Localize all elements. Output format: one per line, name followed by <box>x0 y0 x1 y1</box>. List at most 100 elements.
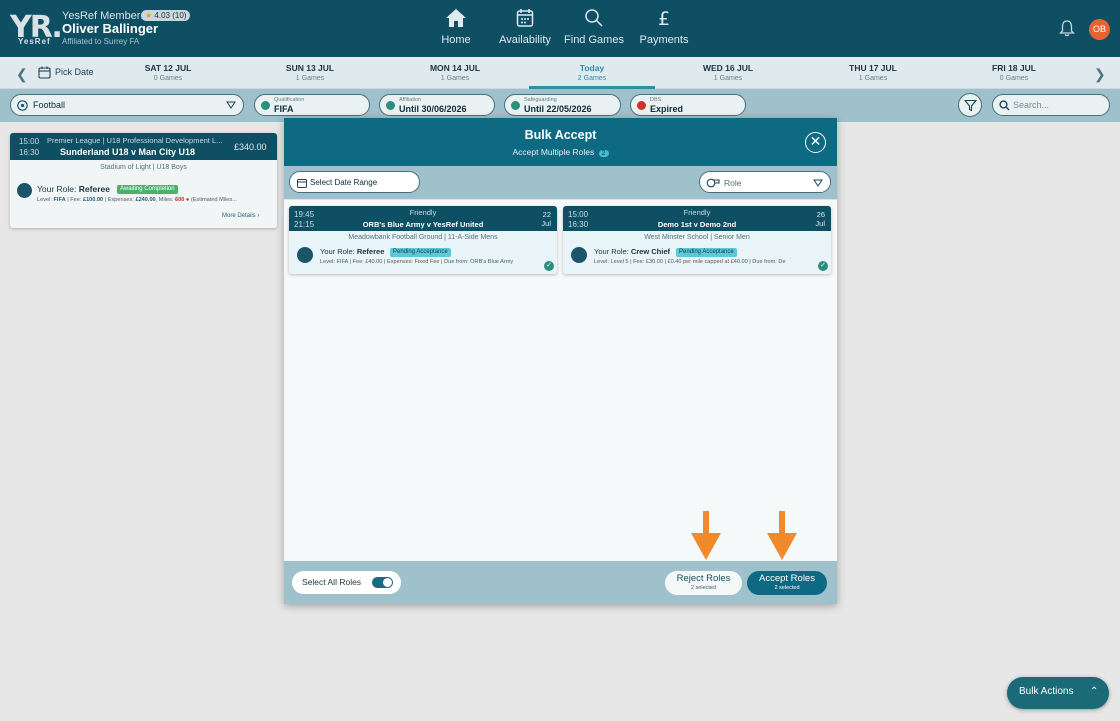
nav-availability-label: Availability <box>499 34 551 46</box>
dbs-label: DBS <box>650 97 662 103</box>
more-details-link[interactable]: More Details › <box>222 213 259 219</box>
qualification-status[interactable]: Qualification FIFA <box>254 94 370 116</box>
teams: Sunderland U18 v Man City U18 <box>60 147 196 157</box>
role-meta: Level: Level 5 | Fee: £30.00 | £0.40 per… <box>594 259 786 265</box>
close-icon[interactable]: ✕ <box>805 132 826 153</box>
nav-payments[interactable]: £ Payments <box>624 8 704 46</box>
check-icon <box>511 101 520 110</box>
safeguarding-label: Safeguarding <box>524 97 557 103</box>
role-select[interactable]: Role <box>699 171 831 193</box>
pound-icon: £ <box>658 8 670 28</box>
meta-label: , Miles: <box>155 197 174 203</box>
date-range-select[interactable]: Select Date Range <box>289 171 420 193</box>
day-games: 1 Games <box>440 75 470 82</box>
date-range-label: Select Date Range <box>310 178 378 187</box>
day-tab[interactable]: THU 17 JUL 1 Games <box>813 63 933 82</box>
affiliation-status[interactable]: Affiliation Until 30/06/2026 <box>379 94 495 116</box>
pick-date-button[interactable]: Pick Date <box>55 67 94 77</box>
role-value: Referee <box>78 184 110 194</box>
filter-button[interactable] <box>958 93 982 117</box>
nav-payments-label: Payments <box>639 34 689 46</box>
dbs-value: Expired <box>650 104 684 114</box>
day-tab[interactable]: SAT 12 JUL 0 Games <box>108 63 228 82</box>
next-arrow-icon[interactable]: ❯ <box>1094 66 1106 83</box>
bulk-actions-label: Bulk Actions <box>1019 686 1074 697</box>
sport-value: Football <box>33 100 66 110</box>
modal-filters: Select Date Range Role <box>284 166 837 200</box>
status-badge: Pending Acceptance <box>390 248 451 257</box>
user-name: Oliver Ballinger <box>62 21 159 36</box>
day-label: SAT 12 JUL <box>144 63 192 73</box>
check-icon <box>261 101 270 110</box>
day-tab-today[interactable]: Today 2 Games <box>532 63 652 82</box>
day-label: Today <box>579 63 605 73</box>
accept-roles-button[interactable]: Accept Roles 2 selected <box>747 571 827 595</box>
venue: Meadowbank Football Ground | 11-A-Side M… <box>348 234 498 241</box>
select-all-toggle[interactable]: Select All Roles <box>292 571 401 594</box>
day-tab[interactable]: MON 14 JUL 1 Games <box>395 63 515 82</box>
role-label: Your Role: <box>37 184 77 194</box>
role-meta: Level: FIFA | Fee: £100.00 | Expenses: £… <box>37 197 273 203</box>
logo-subtext: YesRef <box>18 37 51 46</box>
nav-home-label: Home <box>441 34 471 46</box>
day-games: 0 Games <box>999 75 1029 82</box>
meta-label: (Estimated Miles... <box>190 197 237 203</box>
modal-subtitle: Accept Multiple Roles 2 <box>284 147 837 157</box>
role-placeholder: Role <box>724 178 742 188</box>
whistle-icon <box>571 247 587 263</box>
role-card[interactable]: 19:45 21:15 Friendly ORB's Blue Army v Y… <box>289 206 557 274</box>
toggle-switch[interactable] <box>372 577 393 588</box>
teams: Demo 1st v Demo 2nd <box>657 220 737 229</box>
search-field[interactable]: Search... <box>992 94 1110 116</box>
day-label: WED 16 JUL <box>702 63 754 73</box>
nav-find-games[interactable]: Find Games <box>554 8 634 46</box>
start-time: 15:00 <box>19 137 40 146</box>
check-icon[interactable]: ✓ <box>544 261 554 271</box>
bell-icon[interactable] <box>1059 20 1075 37</box>
meta-value: FIFA <box>53 197 66 203</box>
match-card[interactable]: 15:00 16:30 Premier League | U18 Profess… <box>10 133 277 228</box>
whistle-icon <box>17 183 32 198</box>
accept-count: 2 selected <box>774 585 800 591</box>
reject-roles-button[interactable]: Reject Roles 2 selected <box>665 571 742 595</box>
day-tab[interactable]: SUN 13 JUL 1 Games <box>250 63 370 82</box>
prev-arrow-icon[interactable]: ❮ <box>16 66 28 83</box>
day-label: MON 14 JUL <box>429 63 481 73</box>
qualification-value: FIFA <box>274 104 294 114</box>
date-day: 22 <box>542 210 551 219</box>
modal-footer: Select All Roles Reject Roles 2 selected… <box>284 561 837 604</box>
avatar[interactable]: OB <box>1089 19 1110 40</box>
affiliation-text: Affiliated to Surrey FA <box>62 37 140 46</box>
svg-text:£: £ <box>658 8 670 28</box>
star-icon: ★ <box>145 11 153 20</box>
modal-title: Bulk Accept <box>524 128 597 142</box>
dbs-status[interactable]: DBS Expired <box>630 94 746 116</box>
your-role: Your Role: Referee <box>320 247 384 256</box>
day-games: 0 Games <box>153 75 183 82</box>
search-placeholder: Search... <box>1013 100 1050 110</box>
chevron-down-icon <box>226 101 236 109</box>
role-meta: Level: FIFA | Fee: £40.00 | Expenses: Fi… <box>320 259 514 265</box>
calendar-icon[interactable] <box>38 66 51 79</box>
more-details-label: More Details <box>222 213 256 219</box>
affiliation-label: Affiliation <box>399 97 422 103</box>
nav-availability[interactable]: Availability <box>485 8 565 46</box>
check-icon[interactable]: ✓ <box>818 261 828 271</box>
safeguarding-status[interactable]: Safeguarding Until 22/05/2026 <box>504 94 621 116</box>
chevron-up-icon: ⌃ <box>1090 686 1099 697</box>
day-label: THU 17 JUL <box>849 63 897 73</box>
day-tab[interactable]: WED 16 JUL 1 Games <box>668 63 788 82</box>
home-icon <box>446 9 466 27</box>
sport-select[interactable]: Football <box>10 94 244 116</box>
check-icon <box>386 101 395 110</box>
nav-home[interactable]: Home <box>416 8 496 46</box>
count-badge: 2 <box>598 150 609 157</box>
bulk-actions-button[interactable]: Bulk Actions ⌃ <box>1007 677 1109 709</box>
nav-find-games-label: Find Games <box>564 34 624 46</box>
date-month: Jul <box>815 219 825 228</box>
status-badge: Pending Acceptance <box>676 248 737 257</box>
role-card[interactable]: 15:00 16:30 Friendly Demo 1st v Demo 2nd… <box>563 206 831 274</box>
day-tab[interactable]: FRI 18 JUL 0 Games <box>954 63 1074 82</box>
match-type: Friendly <box>409 208 437 217</box>
top-header: YR. YesRef YesRef Member: ★ 4.03 (10) Ol… <box>0 0 1120 57</box>
